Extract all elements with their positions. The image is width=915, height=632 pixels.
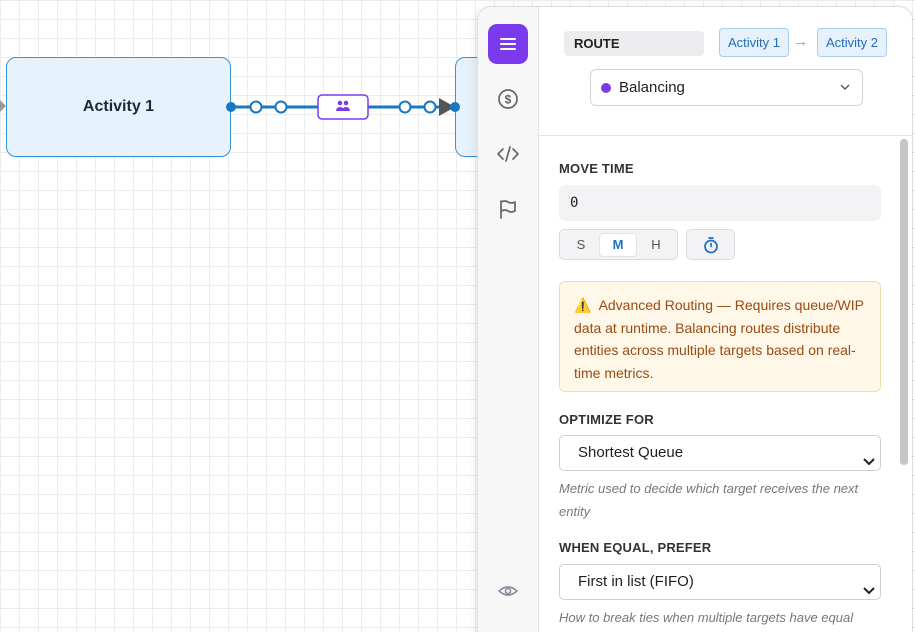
eye-icon <box>497 586 519 596</box>
route-label: ROUTE <box>564 31 704 56</box>
unit-minutes-option[interactable]: M <box>600 234 636 256</box>
chevron-down-icon <box>840 70 850 118</box>
route-type-dot <box>601 83 611 93</box>
code-icon <box>497 146 519 162</box>
optimize-for-value: Shortest Queue <box>578 444 684 461</box>
rail-button-code[interactable] <box>488 134 528 174</box>
when-equal-label: WHEN EQUAL, PREFER <box>559 540 712 555</box>
tie-breaker-hint: How to break ties when multiple targets … <box>559 610 854 625</box>
time-unit-toggle: S M H <box>559 229 678 260</box>
edge-start-handle[interactable] <box>226 102 236 112</box>
edge-waypoint[interactable] <box>274 100 288 114</box>
tie-breaker-value: First in list (FIFO) <box>578 573 694 590</box>
rail-button-properties[interactable] <box>488 24 528 64</box>
warning-icon: ⚠️ <box>574 297 592 313</box>
optimize-for-hint: Metric used to decide which target recei… <box>559 481 859 519</box>
distribution-timer-button[interactable] <box>686 229 735 260</box>
stopwatch-icon <box>703 236 718 253</box>
tie-breaker-select[interactable]: First in list (FIFO) <box>559 564 881 600</box>
unit-hours-option[interactable]: H <box>638 234 674 256</box>
unit-seconds-option[interactable]: S <box>563 234 599 256</box>
panel-scrollbar[interactable] <box>900 139 908 465</box>
route-type-value: Balancing <box>619 79 685 96</box>
route-header: ROUTE Activity 1 → Activity 2 Balancing <box>539 7 912 136</box>
panel-icon-rail: $ <box>478 7 539 632</box>
route-arrow: → <box>793 33 808 50</box>
rail-button-cost[interactable]: $ <box>488 79 528 119</box>
edge-end-handle[interactable] <box>450 102 460 112</box>
chevron-down-icon <box>862 576 876 610</box>
optimize-for-select[interactable]: Shortest Queue <box>559 435 881 471</box>
move-time-label: MOVE TIME <box>559 161 634 176</box>
flag-icon <box>500 200 516 219</box>
edge-badge[interactable] <box>317 94 369 120</box>
dollar-icon: $ <box>498 89 518 109</box>
chevron-down-icon <box>862 447 876 481</box>
edge-waypoint[interactable] <box>423 100 437 114</box>
route-type-select[interactable]: Balancing <box>590 69 863 106</box>
optimize-for-label: OPTIMIZE FOR <box>559 412 654 427</box>
advanced-routing-warning: ⚠️ Advanced Routing — Requires queue/WIP… <box>559 281 881 392</box>
edge-waypoint[interactable] <box>249 100 263 114</box>
edge-waypoint[interactable] <box>398 100 412 114</box>
panel-body[interactable]: MOVE TIME 0 S M H ⚠️ Advanced Routing — … <box>539 137 898 632</box>
menu-icon <box>500 38 516 50</box>
route-edge[interactable] <box>0 0 480 200</box>
to-activity-chip[interactable]: Activity 2 <box>817 28 888 57</box>
warning-text: Advanced Routing — Requires queue/WIP da… <box>574 297 864 381</box>
svg-text:$: $ <box>505 93 512 107</box>
from-activity-chip[interactable]: Activity 1 <box>719 28 790 57</box>
rail-button-flag[interactable] <box>488 189 528 229</box>
route-properties-panel: $ ROUTE Activity 1 → Activity 2 Balancin… <box>477 6 913 632</box>
rail-button-visibility[interactable] <box>488 571 528 611</box>
incoming-arrow <box>0 100 6 112</box>
move-time-input[interactable]: 0 <box>559 185 881 221</box>
